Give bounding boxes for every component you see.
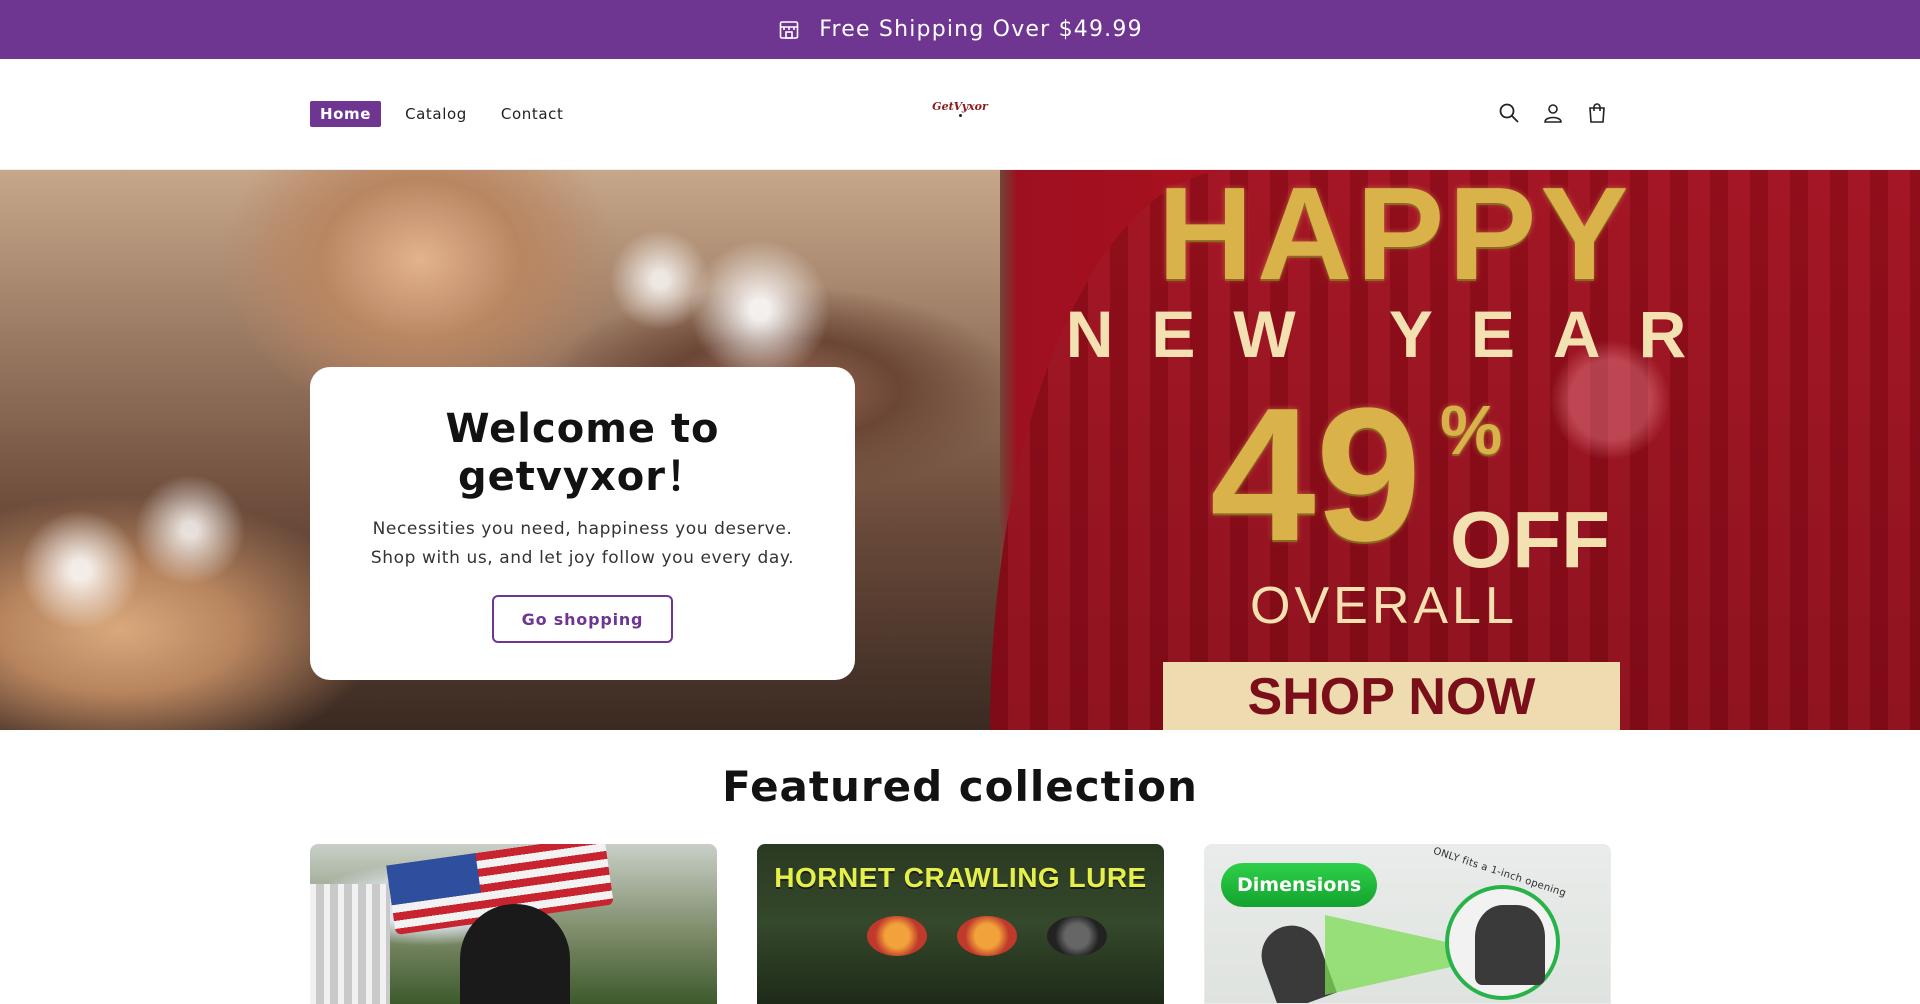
site-logo[interactable]: GetVyxor: [930, 100, 990, 124]
account-icon[interactable]: [1541, 101, 1565, 125]
lure-image: [867, 916, 927, 956]
banner-percent-sign: %: [1440, 391, 1503, 469]
nav-home-link[interactable]: Home: [310, 101, 382, 127]
banner-overall-text: OVERALL: [1250, 577, 1518, 635]
product-grid: HORNET CRAWLING LURE Dimensions ONLY fit…: [310, 844, 1611, 1004]
banner-discount-number: 49: [1210, 369, 1422, 581]
logo-dot: [958, 114, 962, 117]
go-shopping-button[interactable]: Go shopping: [491, 595, 674, 643]
product-image-title: HORNET CRAWLING LURE: [774, 862, 1147, 893]
nav-catalog-link[interactable]: Catalog: [395, 101, 477, 127]
soldier-silhouette: [460, 904, 570, 1004]
hero-title: Welcome to getvyxor！: [445, 406, 720, 500]
nav-contact-link[interactable]: Contact: [491, 101, 574, 127]
hero-welcome-card: Welcome to getvyxor！ Necessities you nee…: [310, 367, 855, 680]
search-icon[interactable]: [1497, 101, 1521, 125]
announcement-text: Free Shipping Over $49.99: [819, 17, 1143, 42]
lure-image: [957, 916, 1017, 956]
hero-subtitle: Necessities you need, happiness you dese…: [370, 519, 795, 568]
banner-new-year-text: NEW YEAR: [1065, 297, 1725, 371]
site-header: Home Catalog Contact GetVyxor: [0, 59, 1920, 170]
announcement-bar: Free Shipping Over $49.99: [0, 0, 1920, 59]
banner-happy-text: HAPPY: [1157, 160, 1633, 307]
header-actions: [1497, 101, 1609, 125]
banner-shop-now-button[interactable]: SHOP NOW: [1163, 662, 1620, 730]
porch-rail: [310, 884, 390, 1004]
featured-collection-title: Featured collection: [722, 762, 1198, 811]
dimensions-badge: Dimensions: [1221, 863, 1378, 907]
main-nav: Home Catalog Contact: [310, 101, 573, 127]
lure-image: [1047, 916, 1107, 956]
banner-off-text: OFF: [1450, 495, 1610, 584]
product-card-hornet-lure[interactable]: HORNET CRAWLING LURE: [757, 844, 1164, 1004]
hose-opening-image: [1475, 905, 1545, 985]
logo-text: GetVyxor: [932, 100, 988, 113]
cart-icon[interactable]: [1585, 101, 1609, 125]
product-card-flag-stake[interactable]: [310, 844, 717, 1004]
store-icon: [777, 18, 801, 42]
product-card-hose-adapter[interactable]: Dimensions ONLY fits a 1-inch opening: [1204, 844, 1611, 1004]
